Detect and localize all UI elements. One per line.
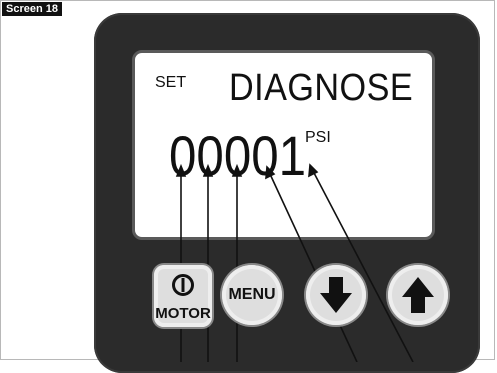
motor-button[interactable]: MOTOR (154, 265, 212, 327)
display-title: DIAGNOSE (229, 67, 414, 109)
display-value: 00001 (169, 124, 307, 187)
set-indicator: SET (155, 74, 187, 91)
power-icon (172, 274, 194, 296)
arrow-down-icon (320, 277, 352, 313)
lcd-display: SET DIAGNOSE 00001 PSI (132, 50, 435, 240)
motor-button-label: MOTOR (155, 305, 211, 322)
menu-button[interactable]: MENU (222, 265, 282, 325)
figure-label: Screen 18 (2, 2, 62, 16)
up-button[interactable] (388, 265, 448, 325)
menu-button-label: MENU (228, 286, 276, 303)
display-unit: PSI (305, 129, 331, 146)
arrow-up-icon (402, 277, 434, 313)
down-button[interactable] (306, 265, 366, 325)
